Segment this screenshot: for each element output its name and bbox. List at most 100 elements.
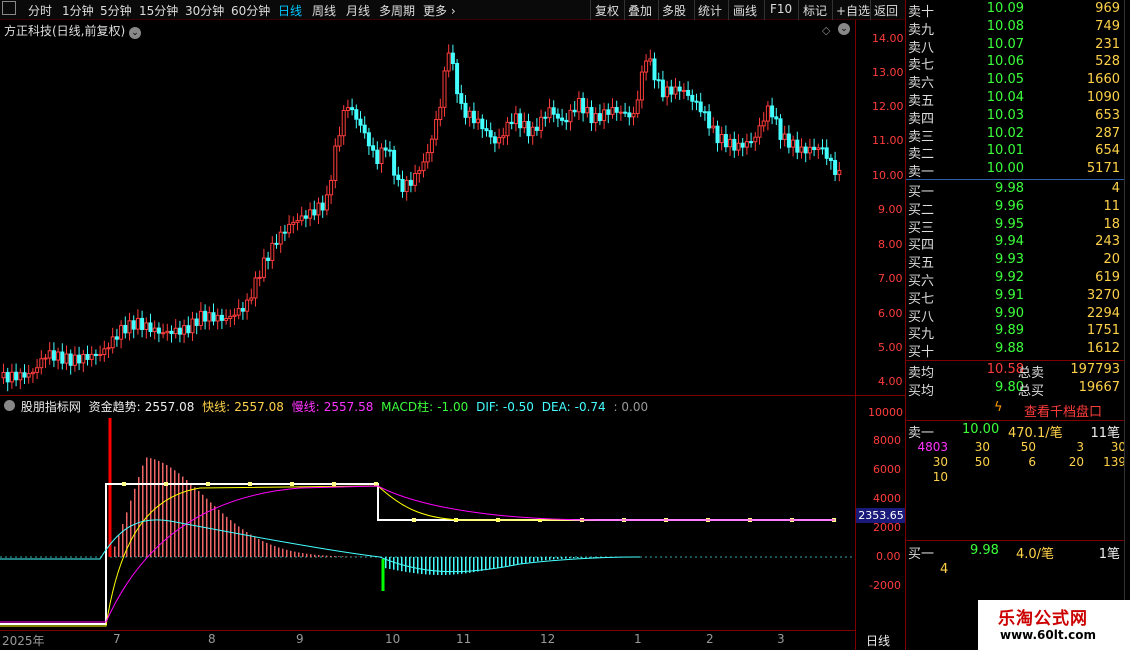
macd-bar: [525, 557, 527, 563]
trend-marker: [374, 482, 378, 486]
candle-body: [417, 170, 422, 174]
period-30min[interactable]: 30分钟: [185, 2, 224, 19]
queue-ask-value: 139: [1103, 455, 1126, 469]
bid-row[interactable]: 买九 9.89 1751: [906, 323, 1124, 343]
candle-body: [43, 357, 48, 360]
macd-bar: [417, 557, 419, 574]
macd-bar: [330, 555, 332, 557]
candle-body: [186, 325, 191, 334]
ask-label: 卖二: [908, 147, 935, 163]
ask-row[interactable]: 卖八 10.07 231: [906, 37, 1124, 56]
legend-dif-value: -0.50: [502, 400, 534, 414]
candle-body: [770, 105, 775, 118]
candle-body: [98, 353, 103, 357]
bid-row[interactable]: 买六 9.92 619: [906, 270, 1124, 289]
candle-body: [618, 111, 623, 114]
ask-row[interactable]: 卖六 10.05 1660: [906, 72, 1124, 91]
indicator-tick: 10000: [868, 406, 903, 419]
bid-row[interactable]: 买十 9.88 1612: [906, 341, 1124, 360]
bid-row[interactable]: 买三 9.95 18: [906, 217, 1124, 236]
bid-row[interactable]: 买五 9.93 20: [906, 252, 1124, 272]
candle-body: [791, 139, 796, 148]
candle-body: [190, 318, 195, 334]
indicator-value-badge: 2353.65: [856, 508, 906, 523]
back-button[interactable]: 返回: [874, 2, 898, 19]
period-multi[interactable]: 多周期: [379, 2, 415, 19]
macd-bar: [286, 549, 288, 557]
indicator-chart[interactable]: [0, 396, 855, 630]
candle-body: [396, 174, 401, 180]
ask-volume: 654: [1095, 143, 1120, 159]
thousand-orderbook-link[interactable]: ϟ 查看千档盘口: [906, 398, 1124, 420]
trend-marker: [412, 518, 416, 522]
period-60min[interactable]: 60分钟: [231, 2, 270, 19]
date-label-aug: 8: [208, 632, 216, 646]
multi-stock-button[interactable]: 多股: [662, 2, 686, 19]
macd-bar: [234, 523, 236, 557]
period-daily[interactable]: 日线: [278, 2, 302, 19]
candle-body: [257, 276, 262, 279]
adjust-button[interactable]: 复权: [595, 2, 619, 19]
period-15min[interactable]: 15分钟: [139, 2, 178, 19]
candle-body: [266, 257, 271, 261]
period-1min[interactable]: 1分钟: [62, 2, 94, 19]
legend-circle-icon[interactable]: [4, 400, 15, 411]
candle-body: [219, 314, 224, 321]
ask-row[interactable]: 卖三 10.02 287: [906, 126, 1124, 145]
bid-row[interactable]: 买二 9.96 11: [906, 199, 1124, 218]
period-monthly[interactable]: 月线: [346, 2, 370, 19]
period-intraday[interactable]: 分时: [28, 2, 52, 19]
side-scrollbar[interactable]: [1124, 0, 1130, 650]
candle-body: [614, 107, 619, 113]
ask-row[interactable]: 卖十 10.09 969: [906, 1, 1124, 20]
candlestick-chart[interactable]: [0, 20, 855, 395]
candle-body: [522, 120, 527, 129]
bid-label: 买五: [908, 256, 935, 272]
bid-row[interactable]: 买八 9.90 2294: [906, 305, 1124, 325]
stock-title[interactable]: 方正科技(日线,前复权) ⌄: [4, 22, 142, 39]
ask-row[interactable]: 卖九 10.08 749: [906, 19, 1124, 38]
candle-body: [131, 320, 136, 330]
ask-row[interactable]: 卖二 10.01 654: [906, 143, 1124, 163]
macd-bar: [533, 557, 535, 562]
macd-bar: [218, 509, 220, 557]
candle-body: [232, 314, 237, 317]
draw-line-button[interactable]: 画线: [733, 2, 757, 19]
ask-row[interactable]: 卖四 10.03 653: [906, 108, 1124, 127]
candle-body: [497, 137, 502, 144]
diamond-icon[interactable]: ◇: [822, 24, 830, 37]
ask-row[interactable]: 卖七 10.06 528: [906, 54, 1124, 73]
macd-bar: [158, 460, 160, 557]
macd-bar: [258, 539, 260, 557]
settings-circle-icon[interactable]: ⌄: [838, 23, 850, 35]
price-tick: 12.00: [872, 100, 904, 113]
add-watchlist-button[interactable]: +自选: [836, 2, 870, 19]
menu-icon[interactable]: [2, 1, 16, 15]
bid-row[interactable]: 买四 9.94 243: [906, 234, 1124, 253]
period-5min[interactable]: 5分钟: [100, 2, 132, 19]
candle-body: [261, 257, 266, 278]
overlay-button[interactable]: 叠加: [628, 2, 652, 19]
period-weekly[interactable]: 周线: [312, 2, 336, 19]
candle-body: [299, 215, 304, 222]
ask-row[interactable]: 卖五 10.04 1090: [906, 90, 1124, 109]
statistics-button[interactable]: 统计: [698, 2, 722, 19]
macd-bar: [318, 554, 320, 557]
bid-row[interactable]: 买一 9.98 4: [906, 181, 1124, 200]
period-more[interactable]: 更多 ›: [423, 2, 456, 19]
price-tick: 4.00: [878, 375, 903, 388]
macd-bar: [298, 552, 300, 557]
bid-price: 9.90: [995, 305, 1024, 321]
candle-body: [215, 314, 220, 322]
candle-body: [383, 147, 388, 151]
candle-body: [135, 317, 140, 330]
bid-label: 买九: [908, 327, 935, 343]
candle-body: [9, 371, 14, 383]
ask-row[interactable]: 卖一 10.00 5171: [906, 161, 1124, 180]
candle-body: [245, 299, 250, 312]
candle-body: [530, 126, 535, 137]
bid-row[interactable]: 买七 9.91 3270: [906, 288, 1124, 307]
f10-button[interactable]: F10: [770, 2, 792, 16]
macd-bar: [445, 557, 447, 575]
mark-button[interactable]: 标记: [803, 2, 827, 19]
